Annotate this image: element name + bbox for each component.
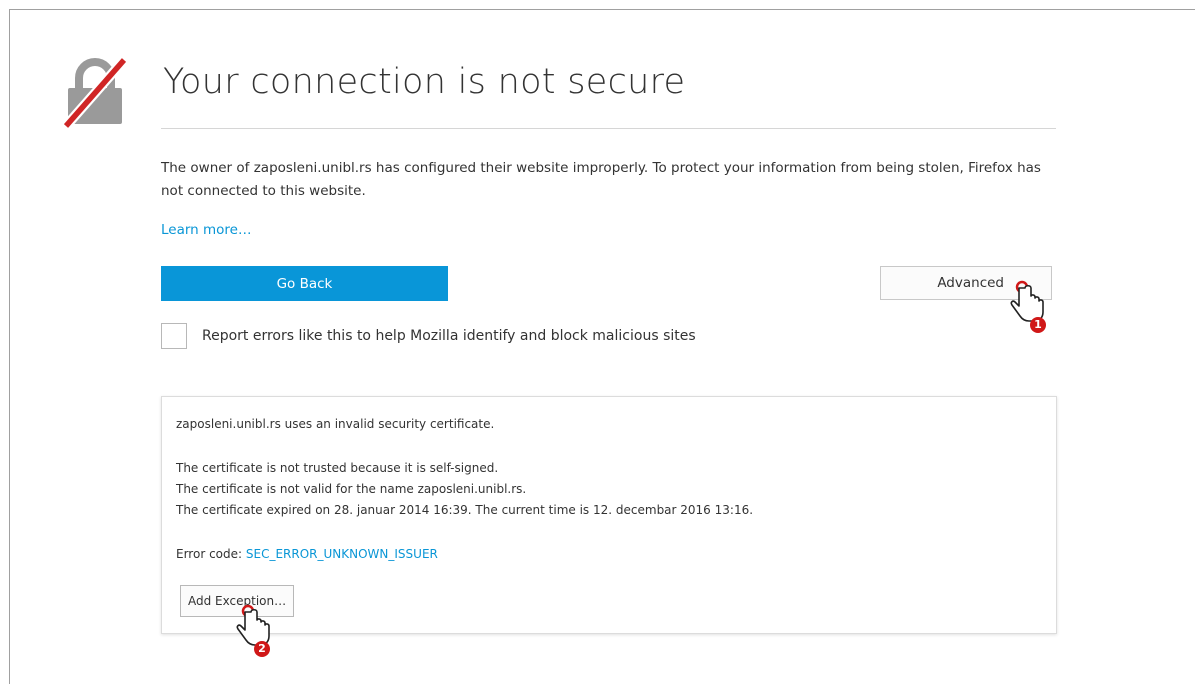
go-back-button[interactable]: Go Back bbox=[161, 266, 448, 301]
annotation-badge: 1 bbox=[1030, 317, 1046, 333]
report-errors-checkbox[interactable] bbox=[161, 323, 187, 349]
error-description: The owner of zaposleni.unibl.rs has conf… bbox=[161, 160, 1041, 199]
error-code-label: Error code: bbox=[176, 547, 246, 561]
page-title: Your connection is not secure bbox=[163, 62, 686, 102]
learn-more-link[interactable]: Learn more… bbox=[161, 222, 252, 238]
annotation-badge: 2 bbox=[254, 641, 270, 657]
certificate-reason: The certificate is not valid for the nam… bbox=[176, 482, 527, 496]
broken-lock-icon bbox=[62, 56, 128, 128]
report-errors-row: Report errors like this to help Mozilla … bbox=[161, 321, 696, 351]
title-divider bbox=[161, 128, 1056, 129]
report-errors-label[interactable]: Report errors like this to help Mozilla … bbox=[202, 328, 696, 344]
certificate-reason: The certificate is not trusted because i… bbox=[176, 461, 499, 475]
certificate-reason: The certificate expired on 28. januar 20… bbox=[176, 503, 754, 517]
certificate-summary: zaposleni.unibl.rs uses an invalid secur… bbox=[176, 417, 495, 431]
advanced-details-panel: zaposleni.unibl.rs uses an invalid secur… bbox=[161, 396, 1057, 634]
error-code-line: Error code: SEC_ERROR_UNKNOWN_ISSUER bbox=[176, 547, 438, 561]
error-code-link[interactable]: SEC_ERROR_UNKNOWN_ISSUER bbox=[246, 547, 438, 561]
